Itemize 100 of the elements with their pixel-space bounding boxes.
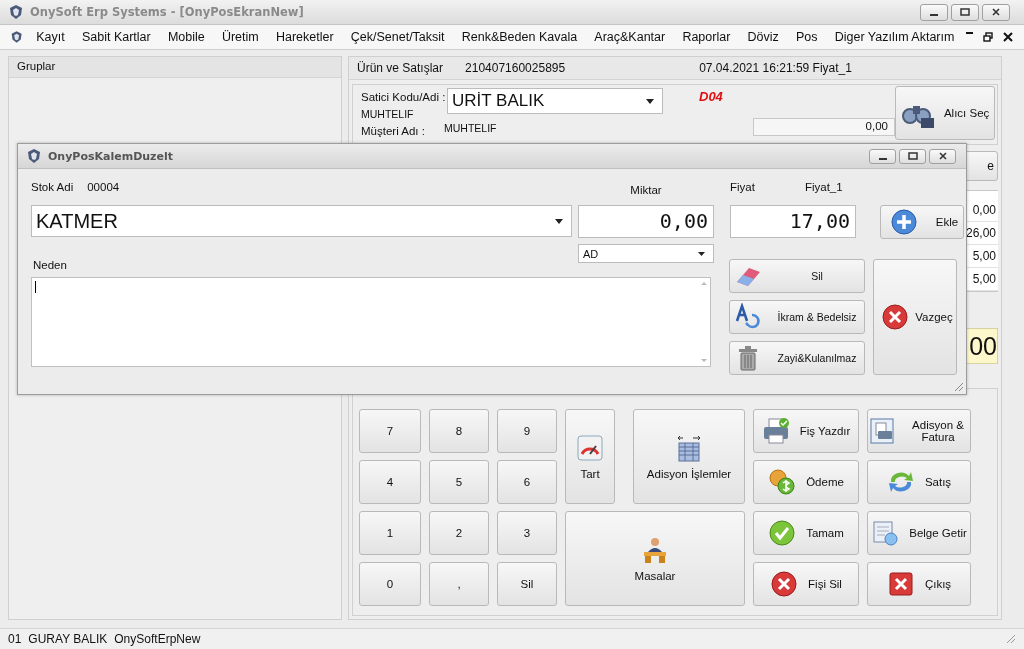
maximize-button[interactable] (951, 3, 979, 21)
key-button[interactable]: 2 (429, 511, 489, 555)
dialog-button[interactable]: İkram & Bedelsiz (729, 300, 865, 334)
printer-icon (761, 417, 790, 445)
menu-item[interactable]: Diger Yazılım Aktarım (826, 30, 963, 44)
dialog-button[interactable]: Zayi&Kulanılmaz (729, 341, 865, 375)
document-printer-icon (868, 417, 896, 445)
dialog-button[interactable]: Sil (729, 259, 865, 293)
close-icon (937, 152, 948, 160)
stock-code: 00004 (87, 181, 120, 193)
balance-field: 0,00 (753, 118, 895, 136)
status-text: GURAY BALIK (28, 632, 108, 646)
minimize-icon (966, 32, 973, 34)
menu-item[interactable]: Pos (787, 30, 827, 44)
status-text: OnySoftErpNew (114, 632, 201, 646)
logo-icon (26, 148, 42, 164)
coins-icon (768, 468, 797, 496)
action-button[interactable]: Belge Getir (867, 511, 971, 555)
caret-icon (555, 218, 563, 224)
menu-item[interactable]: Çek/Senet/Taksit (342, 30, 454, 44)
resize-grip-icon (1006, 634, 1016, 644)
field-label: Fiyat (730, 181, 755, 193)
cross-icon (886, 570, 915, 598)
restore-button[interactable] (980, 32, 996, 42)
check-icon (768, 519, 797, 547)
action-button[interactable]: Masalar (565, 511, 745, 606)
field-label: Miktar (630, 184, 662, 196)
stock-dropdown[interactable]: KATMER (31, 205, 572, 237)
letter-a-arrow-icon (734, 303, 762, 331)
key-button[interactable]: 5 (429, 460, 489, 504)
panel-title: Gruplar (9, 57, 341, 78)
key-button[interactable]: 6 (497, 460, 557, 504)
cross-icon (881, 303, 910, 331)
logo-icon (8, 4, 24, 20)
field-label: Neden (32, 259, 68, 273)
menu-item[interactable]: Mobile (159, 30, 214, 44)
field-label: Stok Adi (31, 181, 74, 193)
price-field[interactable]: 17,00 (730, 205, 856, 238)
menu-item[interactable]: Raporlar (673, 30, 739, 44)
caret-icon (698, 251, 705, 256)
action-button[interactable]: Satış (867, 460, 971, 504)
dialog-button[interactable]: Ekle (880, 205, 964, 239)
key-button[interactable]: 7 (359, 409, 421, 453)
close-icon (991, 8, 1001, 16)
seller-dropdown[interactable]: URİT BALIK (447, 88, 663, 114)
status-text: 01 (8, 632, 22, 646)
close-icon (1003, 32, 1013, 42)
key-button[interactable]: 8 (429, 409, 489, 453)
window-title: OnySoft Erp Systems - [OnyPosEkranNew] (30, 5, 305, 19)
action-button[interactable]: Adisyon & Fatura (867, 409, 971, 453)
action-button[interactable]: Adisyon İşlemler (633, 409, 745, 504)
key-button[interactable]: 1 (359, 511, 421, 555)
customer-name: MUHTELIF (444, 122, 498, 134)
maximize-button[interactable] (899, 148, 926, 164)
date-time: 07.04.2021 16:21:59 Fiyat_1 (699, 61, 852, 75)
action-button[interactable]: Tart (565, 409, 615, 504)
dialog-title: OnyPosKalemDuzelt (48, 149, 174, 163)
action-button[interactable]: Ödeme (753, 460, 859, 504)
menu-item[interactable]: Kayıt (23, 30, 74, 44)
caret-icon (646, 98, 654, 104)
document-icon (871, 519, 900, 547)
action-button[interactable]: Fiş Yazdır (753, 409, 859, 453)
action-button[interactable]: Fişi Sil (753, 562, 859, 606)
person-desk-icon (641, 535, 669, 564)
quantity-field[interactable]: 0,00 (578, 205, 714, 238)
maximize-icon (960, 8, 970, 16)
close-button[interactable] (1000, 32, 1016, 42)
close-button[interactable] (929, 148, 956, 164)
action-button[interactable]: Çıkış (867, 562, 971, 606)
key-button[interactable]: 3 (497, 511, 557, 555)
minimize-button[interactable] (920, 3, 948, 21)
plus-icon (889, 208, 918, 236)
price-list-label: Fiyat_1 (804, 181, 843, 193)
grid-icon (675, 433, 703, 462)
menu-item[interactable]: Hareketler (267, 30, 343, 44)
select-customer-button[interactable]: Alıcı Seç (895, 86, 995, 140)
menu-item[interactable]: Araç&Kantar (585, 30, 674, 44)
key-button[interactable]: 9 (497, 409, 557, 453)
unit-dropdown[interactable]: AD (578, 244, 714, 263)
key-button[interactable]: 4 (359, 460, 421, 504)
menu-item[interactable]: Renk&Beden Kavala (453, 30, 586, 44)
field-label: Müşteri Adı : (361, 125, 426, 137)
menu-item[interactable]: Döviz (738, 30, 788, 44)
key-button[interactable]: Sil (497, 562, 557, 606)
gauge-icon (576, 433, 604, 462)
receipt-number: 210407160025895 (465, 61, 566, 75)
action-button[interactable]: Tamam (753, 511, 859, 555)
menu-item[interactable]: Üretim (213, 30, 268, 44)
dialog-button[interactable]: Vazgeç (873, 259, 957, 375)
key-button[interactable]: , (429, 562, 489, 606)
resize-grip-icon (954, 382, 964, 392)
text-cursor (35, 281, 36, 293)
field-label: Satici Kodu/Adi : (361, 91, 447, 103)
key-button[interactable]: 0 (359, 562, 421, 606)
close-button[interactable] (982, 3, 1010, 21)
maximize-icon (907, 152, 918, 160)
menu-item[interactable]: Sabit Kartlar (73, 30, 160, 44)
cross-icon (770, 570, 799, 598)
minimize-button[interactable] (869, 148, 896, 164)
seller-subtitle: MUHTELIF (361, 108, 415, 120)
